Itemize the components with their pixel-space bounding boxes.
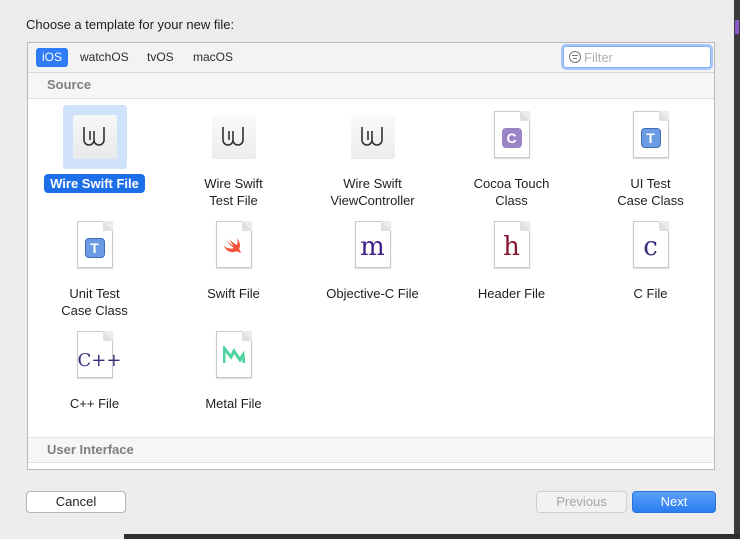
- template-wire-swift-file[interactable]: Wire Swift File: [28, 101, 164, 209]
- template-label: C File: [633, 286, 668, 301]
- template-label: Objective-C File: [326, 286, 419, 301]
- background-window-edge: [734, 0, 740, 539]
- template-c-file[interactable]: c C File: [581, 211, 714, 319]
- swift-file-icon: [215, 221, 252, 268]
- template-label: Metal File: [205, 396, 262, 411]
- cancel-button[interactable]: Cancel: [26, 491, 126, 513]
- section-header-user-interface: User Interface: [28, 437, 714, 463]
- template-ui-test-case-class[interactable]: T UI Test Case Class: [581, 101, 714, 209]
- section-header-source: Source: [28, 73, 714, 99]
- test-case-icon: T: [76, 221, 113, 268]
- template-wire-swift-test-file[interactable]: Wire Swift Test File: [164, 101, 303, 209]
- previous-button[interactable]: Previous: [536, 491, 627, 513]
- template-objective-c-file[interactable]: m Objective-C File: [303, 211, 442, 319]
- template-label: Wire Swift Test File: [204, 176, 263, 208]
- template-cpp-file[interactable]: C++ C++ File: [28, 321, 164, 429]
- wire-icon: [211, 115, 256, 159]
- template-label: Header File: [477, 286, 546, 301]
- next-button[interactable]: Next: [632, 491, 716, 513]
- template-label: Cocoa Touch Class: [473, 176, 550, 208]
- filter-icon: [569, 51, 581, 63]
- cpp-file-icon: C++: [76, 331, 121, 378]
- template-label: Swift File: [207, 286, 260, 301]
- objc-file-icon: m: [354, 221, 391, 268]
- tab-ios[interactable]: iOS: [36, 48, 69, 67]
- filter-field[interactable]: [563, 46, 711, 68]
- dialog-title: Choose a template for your new file:: [26, 17, 235, 32]
- cocoa-class-icon: C: [493, 111, 530, 158]
- template-panel: iOS watchOS tvOS macOS Source Wire Swift…: [27, 42, 715, 470]
- template-label: Unit Test Case Class: [61, 286, 128, 318]
- template-label: UI Test Case Class: [617, 176, 684, 208]
- tab-watchos[interactable]: watchOS: [74, 48, 135, 67]
- test-case-icon: T: [632, 111, 669, 158]
- wire-icon: [72, 115, 117, 159]
- template-label: Wire Swift ViewController: [330, 176, 415, 208]
- wire-icon: [350, 115, 395, 159]
- template-label: C++ File: [69, 396, 120, 411]
- filter-input[interactable]: [584, 48, 704, 66]
- platform-tab-bar: iOS watchOS tvOS macOS: [28, 43, 714, 73]
- background-window-edge-bottom: [124, 534, 740, 539]
- metal-file-icon: [215, 331, 252, 378]
- template-header-file[interactable]: h Header File: [442, 211, 581, 319]
- c-file-icon: c: [632, 221, 669, 268]
- template-unit-test-case-class[interactable]: T Unit Test Case Class: [28, 211, 164, 319]
- template-metal-file[interactable]: Metal File: [164, 321, 303, 429]
- header-file-icon: h: [493, 221, 530, 268]
- template-swift-file[interactable]: Swift File: [164, 211, 303, 319]
- template-label: Wire Swift File: [44, 174, 145, 193]
- tab-macos[interactable]: macOS: [187, 48, 239, 67]
- template-wire-swift-viewcontroller[interactable]: Wire Swift ViewController: [303, 101, 442, 209]
- template-cocoa-touch-class[interactable]: C Cocoa Touch Class: [442, 101, 581, 209]
- tab-tvos[interactable]: tvOS: [141, 48, 180, 67]
- background-window-accent: [735, 20, 739, 34]
